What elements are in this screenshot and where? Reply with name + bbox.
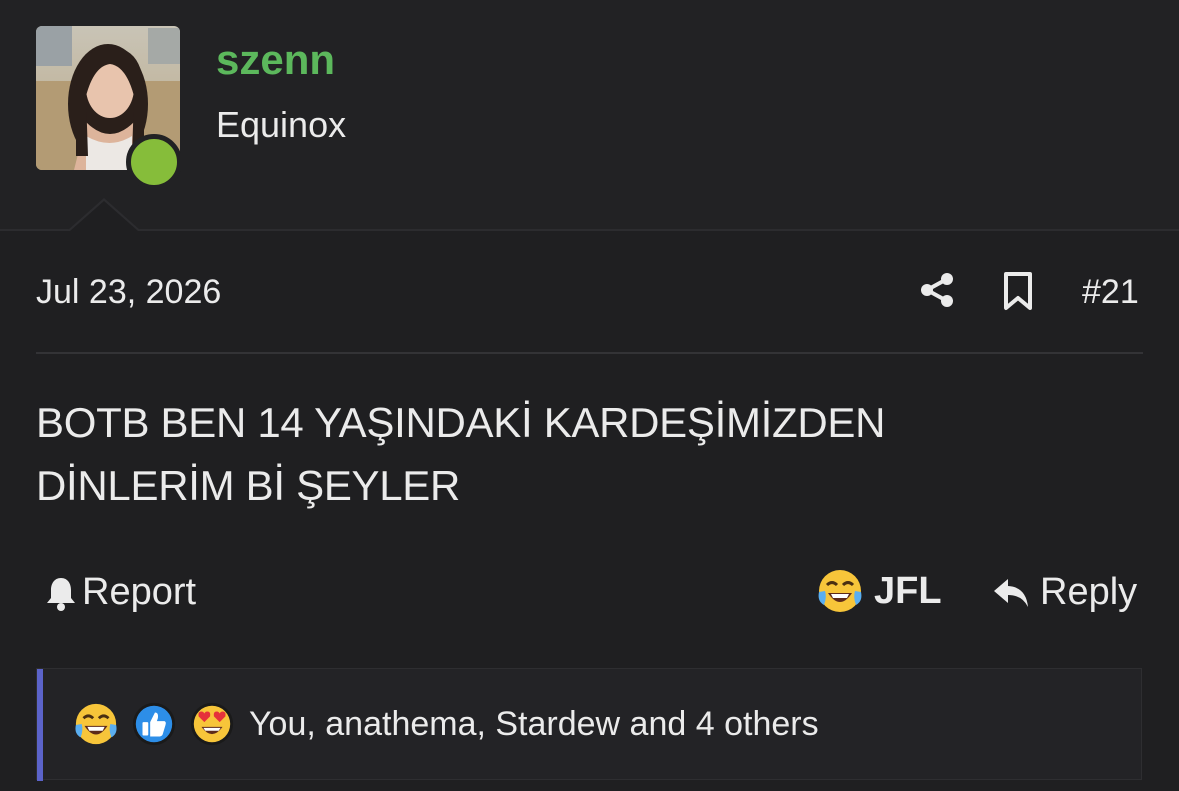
bookmark-icon[interactable] — [1001, 271, 1035, 311]
bell-icon — [47, 577, 75, 611]
laughing-crying-emoji-icon — [818, 570, 862, 612]
laughing-crying-emoji-icon[interactable] — [73, 701, 119, 747]
thumbs-up-icon[interactable] — [131, 701, 177, 747]
report-label: Report — [82, 571, 197, 613]
reactions-summary-text[interactable]: You, anathema, Stardew and 4 others — [249, 705, 819, 744]
username[interactable]: szenn — [216, 36, 335, 84]
reply-label: Reply — [1040, 571, 1138, 613]
share-icon[interactable] — [918, 271, 956, 309]
reactions-accent-bar — [37, 669, 43, 781]
post-number-link[interactable]: #21 — [1082, 273, 1139, 312]
post-message-line: DİNLERİM Bİ ŞEYLER — [36, 462, 461, 509]
reactions-list: You, anathema, Stardew and 4 others — [73, 701, 819, 747]
reaction-label: JFL — [874, 569, 942, 612]
avatar[interactable] — [36, 26, 182, 190]
post-date[interactable]: Jul 23, 2026 — [36, 273, 221, 312]
post-message-line: BOTB BEN 14 YAŞINDAKİ KARDEŞİMİZDEN — [36, 399, 886, 446]
heart-eyes-emoji-icon[interactable] — [189, 701, 235, 747]
online-status-indicator — [126, 134, 182, 190]
post-page: szenn Equinox Jul 23, 2026 #21 BOTB BEN … — [0, 0, 1179, 791]
reply-button[interactable]: Reply — [992, 571, 1137, 614]
report-button[interactable]: Report — [44, 571, 196, 614]
user-title: Equinox — [216, 104, 347, 145]
reply-arrow-icon — [994, 578, 1028, 607]
reactions-summary-bar: You, anathema, Stardew and 4 others — [36, 668, 1142, 781]
post-message: BOTB BEN 14 YAŞINDAKİ KARDEŞİMİZDEN DİNL… — [36, 391, 1136, 517]
post-user-header: szenn Equinox — [0, 0, 1179, 231]
post-divider — [36, 352, 1143, 354]
header-pointer-fill — [70, 201, 138, 231]
reaction-button[interactable]: JFL — [816, 567, 942, 615]
post-body: Jul 23, 2026 #21 BOTB BEN 14 YAŞINDAKİ K… — [0, 231, 1179, 791]
